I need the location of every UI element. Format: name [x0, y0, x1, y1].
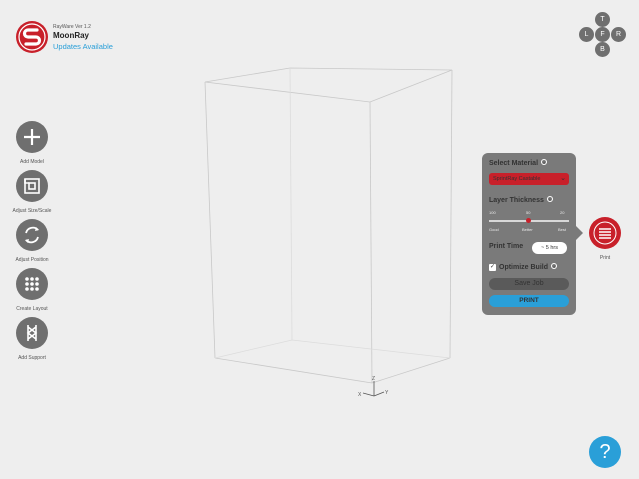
updates-link[interactable]: Updates Available — [53, 42, 113, 51]
scale-icon — [16, 170, 48, 202]
plus-icon — [16, 121, 48, 153]
view-bottom-button[interactable]: B — [595, 42, 610, 57]
app-name: MoonRay — [53, 31, 89, 40]
help-button[interactable]: ? — [589, 436, 621, 468]
print-button[interactable]: PRINT — [489, 295, 569, 307]
axis-z-label: Z — [372, 376, 375, 382]
info-icon[interactable]: i — [541, 159, 548, 165]
view-navigator: T L F R B — [579, 12, 627, 58]
adjust-size-scale-button[interactable]: Adjust Size/Scale — [8, 170, 56, 214]
optimize-build-label: Optimize Build — [499, 264, 548, 271]
adjust-position-label: Adjust Position — [15, 257, 49, 263]
quality-label: Good — [489, 227, 499, 232]
layer-thickness-label: Layer Thickness — [489, 197, 544, 204]
material-select[interactable]: SprintRay Castable ⌄ — [489, 173, 569, 185]
layer-thickness-heading: Layer Thickness i — [489, 196, 553, 204]
thickness-tick: 50 — [526, 210, 531, 215]
select-material-label: Select Material — [489, 160, 539, 167]
save-job-button[interactable]: Save Job — [489, 278, 569, 290]
view-top-button[interactable]: T — [595, 12, 610, 27]
axis-x-label: X — [358, 392, 362, 398]
optimize-build-checkbox[interactable]: ✓ — [489, 264, 496, 271]
app-version: RayWare Ver 1.2 — [53, 24, 91, 30]
thickness-tick: 100 — [489, 210, 496, 215]
app-logo — [16, 21, 48, 53]
optimize-build-heading: Optimize Build i — [499, 263, 557, 271]
view-right-button[interactable]: R — [611, 27, 626, 42]
quality-label: Better — [522, 227, 533, 232]
view-left-button[interactable]: L — [579, 27, 594, 42]
quality-label: Best — [558, 227, 567, 232]
app-info: RayWare Ver 1.2 MoonRay Updates Availabl… — [53, 24, 113, 51]
material-value: SprintRay Castable — [493, 176, 541, 182]
add-support-button[interactable]: Add Support — [8, 317, 56, 361]
menu-lines-icon — [589, 217, 621, 249]
slider-handle[interactable] — [526, 218, 531, 223]
create-layout-button[interactable]: Create Layout — [8, 268, 56, 312]
info-icon[interactable]: i — [546, 196, 553, 202]
rotate-icon — [16, 219, 48, 251]
chevron-down-icon: ⌄ — [560, 175, 566, 182]
view-front-button[interactable]: F — [595, 27, 610, 42]
adjust-position-button[interactable]: Adjust Position — [8, 219, 56, 263]
print-tool-button[interactable]: Print — [587, 217, 623, 261]
add-model-label: Add Model — [20, 159, 44, 165]
support-icon — [16, 317, 48, 349]
thickness-tick: 20 — [560, 210, 565, 215]
print-time-value: ~ 5 hrs — [532, 242, 567, 254]
add-support-label: Add Support — [18, 355, 46, 361]
adjust-size-scale-label: Adjust Size/Scale — [12, 208, 52, 214]
axis-y-label: Y — [385, 390, 389, 396]
info-icon[interactable]: i — [551, 263, 557, 269]
panel-pointer — [576, 226, 583, 240]
print-time-label: Print Time — [489, 243, 524, 250]
print-tool-label: Print — [599, 255, 611, 261]
select-material-heading: Select Material i — [489, 159, 548, 167]
add-model-button[interactable]: Add Model — [8, 121, 56, 165]
grid-dots-icon — [16, 268, 48, 300]
layer-thickness-slider[interactable] — [489, 218, 569, 223]
create-layout-label: Create Layout — [16, 306, 48, 312]
